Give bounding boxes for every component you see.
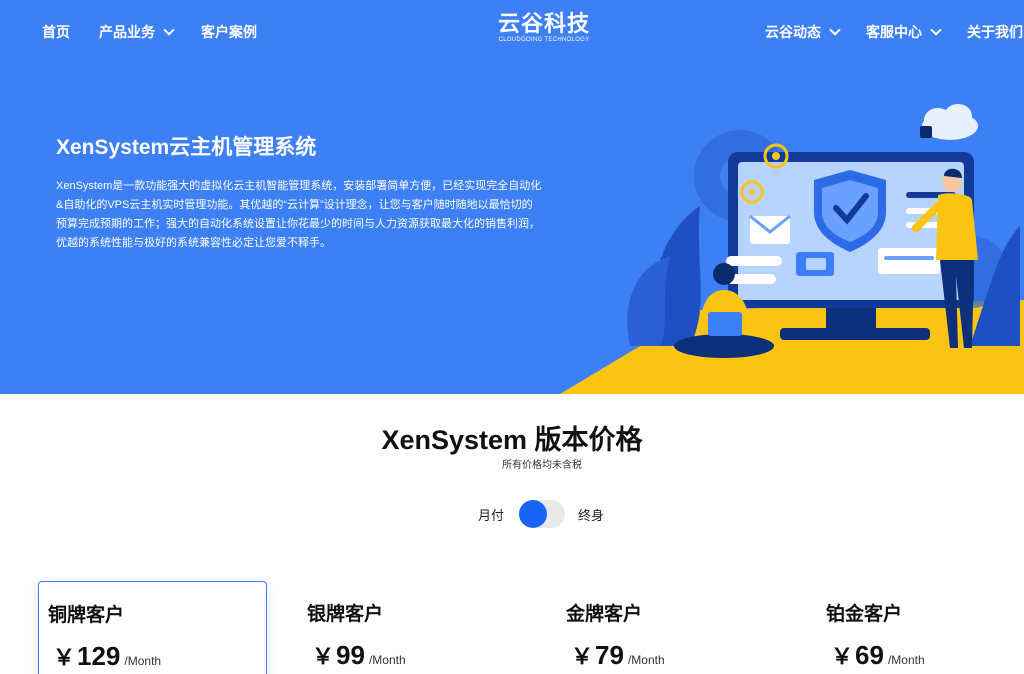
billing-toggle[interactable] <box>519 500 565 528</box>
hero-banner: 首页 产品业务 客户案例 云谷科技 CLOUDGOING TECHNOLOGY … <box>0 0 1024 394</box>
billing-toggle-row: 月付 终身 <box>0 500 1024 528</box>
price-amount: 129 <box>77 641 121 671</box>
nav-news[interactable]: 云谷动态 <box>765 22 841 42</box>
plan-name: 铜牌客户 <box>48 605 125 626</box>
pricing-subtitle: 所有价格均未含税 <box>502 460 582 471</box>
plan-name: 铂金客户 <box>826 604 903 625</box>
toggle-label-monthly[interactable]: 月付 <box>478 505 504 524</box>
currency-symbol: ￥ <box>53 645 76 670</box>
logo-sub-text: CLOUDGOING TECHNOLOGY <box>498 37 590 43</box>
nav-products[interactable]: 产品业务 <box>99 22 175 42</box>
price-period: /Month <box>887 653 925 667</box>
plan-card-silver[interactable]: 银牌客户 ￥99/Month <box>298 581 527 674</box>
plan-price: ￥69/Month <box>831 639 925 671</box>
price-period: /Month <box>627 653 665 667</box>
plan-card-gold[interactable]: 金牌客户 ￥79/Month <box>557 581 786 674</box>
plan-price: ￥99/Month <box>312 639 406 671</box>
currency-symbol: ￥ <box>571 644 594 669</box>
pricing-title: XenSystem 版本价格 <box>381 425 643 455</box>
price-amount: 79 <box>595 640 624 670</box>
plan-name: 金牌客户 <box>566 604 643 625</box>
toggle-knob <box>519 500 547 528</box>
plan-card-platinum[interactable]: 铂金客户 ￥69/Month <box>817 581 1024 674</box>
plan-name: 银牌客户 <box>307 604 384 625</box>
price-amount: 69 <box>855 640 884 670</box>
logo[interactable]: 云谷科技 CLOUDGOING TECHNOLOGY <box>494 12 594 44</box>
price-amount: 99 <box>336 640 365 670</box>
plan-card-bronze[interactable]: 铜牌客户 ￥129/Month <box>38 581 267 674</box>
nav-cases[interactable]: 客户案例 <box>201 22 257 42</box>
top-nav: 首页 产品业务 客户案例 云谷科技 CLOUDGOING TECHNOLOGY … <box>0 0 1024 64</box>
price-period: /Month <box>124 654 162 668</box>
chevron-down-icon <box>829 24 841 36</box>
currency-symbol: ￥ <box>831 644 854 669</box>
currency-symbol: ￥ <box>312 644 335 669</box>
price-period: /Month <box>368 653 406 667</box>
hero-title: XenSystem云主机管理系统 <box>56 136 317 159</box>
nav-home[interactable]: 首页 <box>42 22 70 42</box>
chevron-down-icon <box>930 24 942 36</box>
plan-price: ￥79/Month <box>571 639 665 671</box>
hero-illustration <box>627 104 1020 358</box>
logo-main-text: 云谷科技 <box>497 11 590 36</box>
nav-about[interactable]: 关于我们 <box>967 22 1023 42</box>
cloud-icon <box>920 104 978 140</box>
toggle-label-lifetime[interactable]: 终身 <box>578 505 604 524</box>
hero-description: XenSystem是一款功能强大的虚拟化云主机智能管理系统，安装部署简单方便，已… <box>56 180 542 249</box>
chevron-down-icon <box>163 24 175 36</box>
plan-price: ￥129/Month <box>53 640 161 672</box>
nav-support[interactable]: 客服中心 <box>866 22 942 42</box>
